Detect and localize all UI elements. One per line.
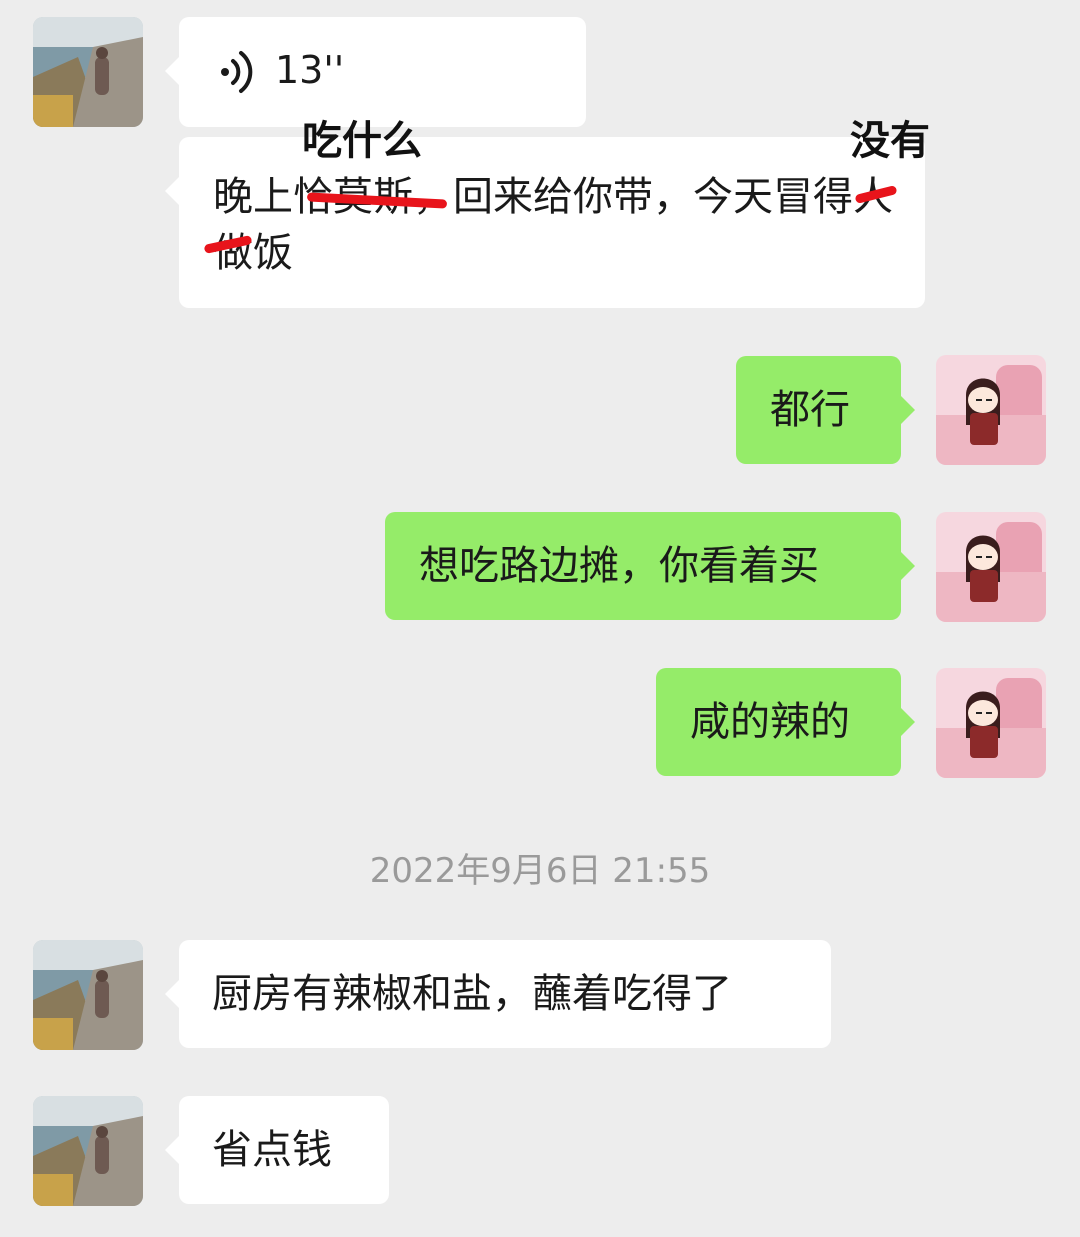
chat-timestamp: 2022年9月6日 21:55: [369, 851, 711, 891]
outgoing-message-bubble[interactable]: 想吃路边摊，你看着买: [385, 512, 915, 620]
outgoing-message-bubble[interactable]: 咸的辣的: [656, 668, 915, 776]
my-avatar[interactable]: [936, 668, 1046, 778]
voice-message-bubble[interactable]: 13'': [165, 17, 586, 127]
landscape-photo-avatar-icon: [33, 1096, 143, 1206]
message-text: 省点钱: [212, 1127, 332, 1173]
text-message-bubble[interactable]: 晚上恰莫斯，回来给你带，今天冒得人做饭: [165, 137, 925, 308]
landscape-photo-avatar-icon: [33, 17, 143, 127]
struck-char: 得: [813, 174, 853, 220]
text-message-bubble[interactable]: 省点钱: [165, 1096, 389, 1204]
voice-wave-icon: [221, 51, 253, 93]
voice-duration: 13'': [275, 48, 345, 92]
message-text: 晚上恰莫斯，回来给你带，今天冒得人做饭: [213, 169, 913, 281]
message-text: 咸的辣的: [690, 699, 850, 745]
outgoing-message-bubble[interactable]: 都行: [736, 356, 915, 464]
contact-avatar[interactable]: [33, 940, 143, 1050]
text-message-bubble[interactable]: 厨房有辣椒和盐，蘸着吃得了: [165, 940, 831, 1048]
cartoon-girl-avatar-icon: [936, 512, 1046, 622]
message-text: 都行: [770, 387, 850, 433]
handwritten-annotation: 吃什么: [302, 118, 422, 164]
struck-char: 冒: [773, 174, 813, 220]
cartoon-girl-avatar-icon: [936, 355, 1046, 465]
handwritten-annotation: 没有: [850, 118, 930, 164]
my-avatar[interactable]: [936, 512, 1046, 622]
my-avatar[interactable]: [936, 355, 1046, 465]
landscape-photo-avatar-icon: [33, 940, 143, 1050]
text-segment: ，回来给你带，今天: [413, 174, 773, 220]
text-segment: 晚上: [213, 174, 293, 220]
message-text: 想吃路边摊，你看着买: [419, 543, 819, 589]
cartoon-girl-avatar-icon: [936, 668, 1046, 778]
contact-avatar[interactable]: [33, 17, 143, 127]
message-text: 厨房有辣椒和盐，蘸着吃得了: [212, 971, 732, 1017]
contact-avatar[interactable]: [33, 1096, 143, 1206]
